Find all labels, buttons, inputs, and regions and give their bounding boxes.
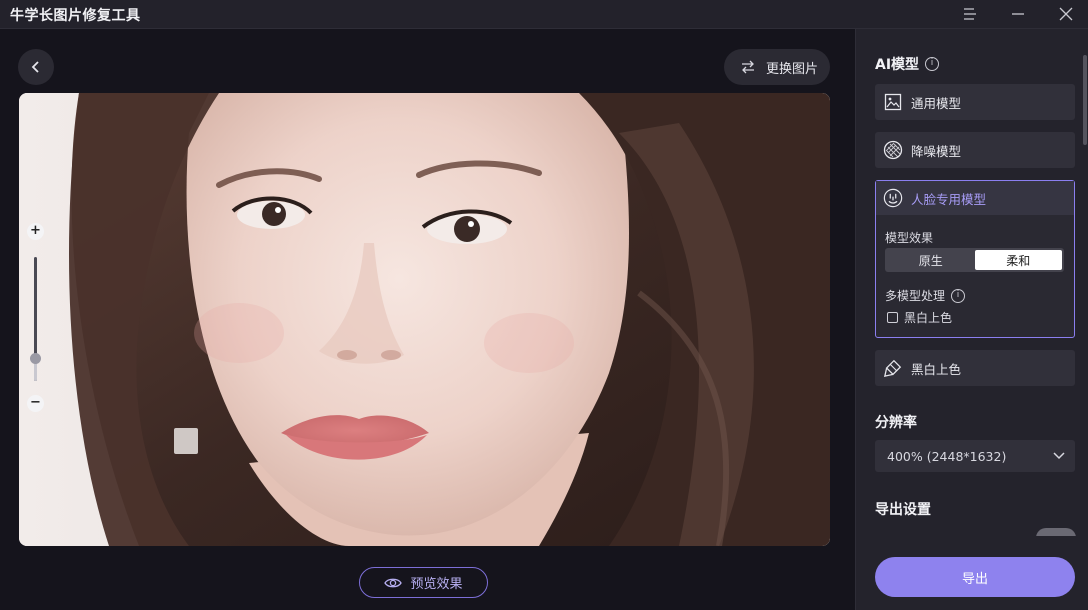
model-denoise[interactable]: 降噪模型: [875, 132, 1075, 168]
export-toggle[interactable]: [1036, 528, 1076, 536]
settings-panel: AI模型 i 通用模型 降噪模型 人脸专用模型 模型效果 原生 柔和 多模型处理…: [855, 29, 1088, 610]
ai-model-title: AI模型: [875, 57, 920, 73]
face-icon: [883, 188, 903, 208]
minimize-icon: [1012, 13, 1024, 15]
effect-segmented-control[interactable]: 原生 柔和: [885, 248, 1064, 272]
model-colorize-label: 黑白上色: [911, 361, 962, 377]
denoise-icon: [883, 140, 903, 160]
app-window: 牛学长图片修复工具 更换图片 + − 预览效果 AI模型 i 通用模型 降噪模型…: [0, 0, 1088, 610]
zoom-handle[interactable]: [30, 353, 41, 365]
export-button[interactable]: 导出: [875, 557, 1075, 597]
ai-model-heading: AI模型 i: [875, 54, 940, 74]
menu-icon: [964, 8, 976, 20]
zoom-out-button[interactable]: −: [27, 395, 44, 412]
resolution-value: 400% (2448*1632): [887, 448, 1007, 464]
swap-icon: [742, 60, 754, 74]
multi-model-row: 多模型处理 i: [885, 287, 966, 304]
portrait-photo: [19, 93, 830, 546]
colorize-checkbox-row[interactable]: 黑白上色: [887, 309, 952, 326]
brush-icon: [883, 358, 903, 378]
app-title: 牛学长图片修复工具: [10, 8, 141, 24]
replace-image-button[interactable]: 更换图片: [724, 49, 830, 85]
replace-image-label: 更换图片: [766, 61, 819, 77]
model-general-label: 通用模型: [911, 95, 962, 111]
photo-canvas: [19, 93, 830, 546]
model-colorize[interactable]: 黑白上色: [875, 350, 1075, 386]
preview-button[interactable]: 预览效果: [359, 567, 488, 598]
resolution-heading: 分辨率: [875, 415, 917, 431]
model-face-header[interactable]: 人脸专用模型: [876, 181, 1074, 215]
image-icon: [883, 92, 903, 112]
colorize-checkbox[interactable]: [887, 312, 898, 323]
preview-label: 预览效果: [410, 577, 463, 592]
effect-label: 模型效果: [885, 231, 934, 245]
workspace: 更换图片 + − 预览效果: [0, 29, 855, 610]
chevron-down-icon: [1053, 452, 1065, 460]
multi-model-label: 多模型处理: [885, 289, 946, 303]
menu-button[interactable]: [950, 0, 990, 28]
effect-option-soft[interactable]: 柔和: [974, 250, 1062, 270]
sidebar-scrollbar[interactable]: [1083, 55, 1087, 145]
eye-icon: [384, 578, 403, 587]
model-face-label: 人脸专用模型: [911, 191, 987, 207]
zoom-slider[interactable]: + −: [26, 223, 46, 415]
close-icon: [1059, 7, 1073, 21]
close-button[interactable]: [1046, 0, 1086, 28]
export-settings-heading: 导出设置: [875, 502, 931, 518]
back-button[interactable]: [18, 49, 54, 85]
title-bar: 牛学长图片修复工具: [0, 0, 1088, 29]
colorize-checkbox-label: 黑白上色: [904, 311, 953, 325]
info-icon[interactable]: i: [951, 288, 966, 303]
model-denoise-label: 降噪模型: [911, 143, 962, 159]
resolution-select[interactable]: 400% (2448*1632): [875, 440, 1075, 472]
info-icon[interactable]: i: [925, 57, 940, 71]
chevron-left-icon: [31, 61, 39, 73]
model-general[interactable]: 通用模型: [875, 84, 1075, 120]
model-face[interactable]: 人脸专用模型 模型效果 原生 柔和 多模型处理 i 黑白上色: [875, 180, 1075, 338]
minimize-button[interactable]: [998, 0, 1038, 28]
zoom-in-button[interactable]: +: [27, 223, 44, 240]
effect-option-original[interactable]: 原生: [887, 250, 975, 270]
